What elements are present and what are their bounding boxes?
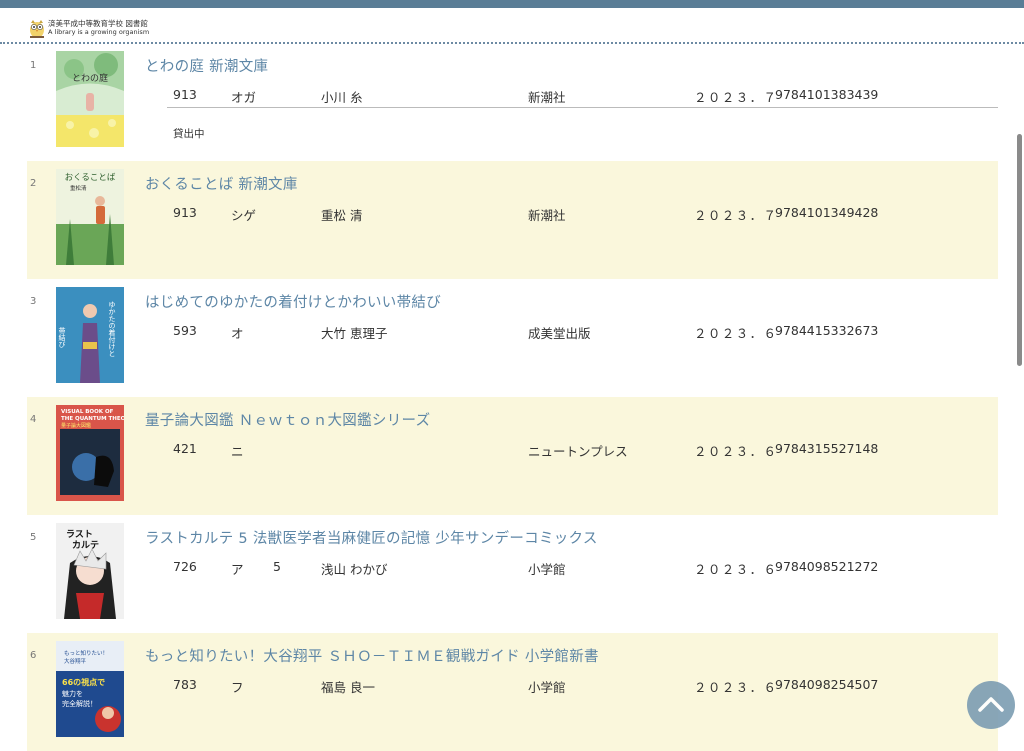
svg-text:大谷翔平: 大谷翔平 bbox=[64, 657, 87, 665]
owl-icon[interactable] bbox=[28, 17, 46, 39]
publication-date: ２０２３．７ bbox=[694, 90, 778, 105]
classification-number: 421 bbox=[173, 441, 197, 456]
item-number: 2 bbox=[30, 178, 37, 189]
author-name: 重松 清 bbox=[321, 208, 363, 223]
item-number: 6 bbox=[30, 650, 37, 661]
book-details: 913 シゲ 重松 清 新潮社 ２０２３．７ 9784101349428 bbox=[173, 205, 998, 223]
chevron-up-icon bbox=[978, 697, 1004, 712]
book-details: 593 オ 大竹 恵理子 成美堂出版 ２０２３．６ 9784415332673 bbox=[173, 323, 998, 341]
book-title-link[interactable]: ラストカルテ 5 法獣医学者当麻健匠の記憶 少年サンデーコミックス bbox=[145, 527, 598, 548]
isbn: 9784101383439 bbox=[775, 87, 879, 102]
author-name: 小川 糸 bbox=[321, 90, 363, 105]
svg-text:とわの庭: とわの庭 bbox=[72, 72, 108, 84]
isbn: 9784415332673 bbox=[775, 323, 879, 338]
book-details: 421 ニ ニュートンプレス ２０２３．６ 9784315527148 bbox=[173, 441, 998, 459]
publisher: 成美堂出版 bbox=[528, 326, 591, 341]
publication-date: ２０２３．６ bbox=[694, 680, 778, 695]
author-code: フ bbox=[231, 680, 244, 695]
svg-text:量子論大図鑑: 量子論大図鑑 bbox=[61, 422, 91, 429]
publisher: 新潮社 bbox=[528, 208, 566, 223]
publication-date: ２０２３．６ bbox=[694, 444, 778, 459]
book-cover[interactable]: VISUAL BOOK OF THE QUANTUM THEORY 量子論大図鑑 bbox=[56, 405, 124, 501]
svg-text:おくることば: おくることば bbox=[65, 173, 116, 183]
author-code: ア bbox=[231, 562, 244, 577]
book-title-link[interactable]: もっと知りたい！大谷翔平 ＳＨＯ－ＴＩＭＥ観戦ガイド 小学館新書 bbox=[145, 645, 599, 666]
site-header: 済美平成中等教育学校 図書館 A library is a growing or… bbox=[0, 8, 1024, 44]
book-cover[interactable]: おくることば 重松清 bbox=[56, 169, 124, 265]
scrollbar[interactable] bbox=[1017, 134, 1022, 366]
book-title-link[interactable]: おくることば 新潮文庫 bbox=[145, 173, 298, 194]
classification-number: 726 bbox=[173, 559, 197, 574]
book-list: 1 とわの庭 とわの庭 新潮文庫 913 オガ 小川 糸 新潮社 ２０２３．７ … bbox=[27, 43, 998, 751]
author-name: 大竹 恵理子 bbox=[321, 326, 388, 341]
book-details: 726 ア 5 浅山 わかび 小学館 ２０２３．６ 9784098521272 bbox=[173, 559, 998, 577]
author-name: 福島 良一 bbox=[321, 680, 375, 695]
book-title-link[interactable]: 量子論大図鑑 Ｎｅｗｔｏｎ大図鑑シリーズ bbox=[145, 409, 430, 430]
classification-number: 593 bbox=[173, 323, 197, 338]
isbn: 9784315527148 bbox=[775, 441, 879, 456]
book-cover[interactable]: もっと知りたい！ 大谷翔平 66の視点で 魅力を 完全解説！ bbox=[56, 641, 124, 737]
item-number: 1 bbox=[30, 60, 37, 71]
publication-date: ２０２３．６ bbox=[694, 562, 778, 577]
publisher: 新潮社 bbox=[528, 90, 566, 105]
book-title-link[interactable]: はじめてのゆかたの着付けとかわいい帯結び bbox=[145, 291, 441, 312]
svg-text:もっと知りたい！: もっと知りたい！ bbox=[64, 649, 108, 657]
isbn: 9784101349428 bbox=[775, 205, 879, 220]
divider bbox=[167, 107, 998, 108]
publication-date: ２０２３．７ bbox=[694, 208, 778, 223]
publisher: ニュートンプレス bbox=[528, 444, 628, 459]
author-code: ニ bbox=[231, 444, 244, 459]
svg-text:魅力を: 魅力を bbox=[62, 689, 83, 698]
svg-text:66の視点で: 66の視点で bbox=[62, 677, 105, 687]
item-number: 5 bbox=[30, 532, 37, 543]
svg-text:重松清: 重松清 bbox=[70, 184, 87, 192]
author-code: シゲ bbox=[231, 208, 257, 223]
svg-text:ゆかたの着付けと: ゆかたの着付けと bbox=[108, 301, 116, 357]
book-item: 6 もっと知りたい！ 大谷翔平 66の視点で 魅力を 完全解説！ もっと知りたい… bbox=[27, 633, 998, 751]
classification-number: 913 bbox=[173, 87, 197, 102]
browser-top-bar bbox=[0, 0, 1024, 8]
tagline: A library is a growing organism bbox=[48, 28, 150, 36]
classification-number: 913 bbox=[173, 205, 197, 220]
book-item: 4 VISUAL BOOK OF THE QUANTUM THEORY 量子論大… bbox=[27, 397, 998, 515]
svg-text:VISUAL BOOK OF: VISUAL BOOK OF bbox=[61, 409, 114, 415]
scroll-to-top-button[interactable] bbox=[967, 681, 1015, 729]
publication-date: ２０２３．６ bbox=[694, 326, 778, 341]
book-item: 3 ゆかたの着付けと 帯結び はじめてのゆかたの着付けとかわいい帯結び 593 … bbox=[27, 279, 998, 397]
isbn: 9784098254507 bbox=[775, 677, 879, 692]
author-code: オガ bbox=[231, 90, 257, 105]
author-code: オ bbox=[231, 326, 244, 341]
isbn: 9784098521272 bbox=[775, 559, 879, 574]
item-number: 4 bbox=[30, 414, 37, 425]
book-item: 2 おくることば 重松清 おくることば 新潮文庫 913 シゲ 重松 清 新潮社… bbox=[27, 161, 998, 279]
book-details: 783 フ 福島 良一 小学館 ２０２３．６ 9784098254507 bbox=[173, 677, 998, 695]
book-cover[interactable]: ゆかたの着付けと 帯結び bbox=[56, 287, 124, 383]
book-details: 913 オガ 小川 糸 新潮社 ２０２３．７ 9784101383439 bbox=[173, 87, 998, 105]
svg-text:帯結び: 帯結び bbox=[58, 326, 66, 348]
volume-number: 5 bbox=[273, 559, 281, 574]
item-number: 3 bbox=[30, 296, 37, 307]
book-cover[interactable]: ラスト カルテ bbox=[56, 523, 124, 619]
book-cover[interactable]: とわの庭 bbox=[56, 51, 124, 147]
classification-number: 783 bbox=[173, 677, 197, 692]
author-name: 浅山 わかび bbox=[321, 562, 388, 577]
svg-text:完全解説！: 完全解説！ bbox=[62, 699, 97, 708]
publisher: 小学館 bbox=[528, 680, 566, 695]
publisher: 小学館 bbox=[528, 562, 566, 577]
book-title-link[interactable]: とわの庭 新潮文庫 bbox=[145, 55, 268, 76]
svg-text:THE QUANTUM THEORY: THE QUANTUM THEORY bbox=[61, 416, 124, 422]
book-item: 5 ラスト カルテ ラストカルテ 5 法獣医学者当麻健匠の記憶 少年サンデーコミ… bbox=[27, 515, 998, 633]
svg-text:ラスト: ラスト bbox=[66, 529, 93, 540]
book-item: 1 とわの庭 とわの庭 新潮文庫 913 オガ 小川 糸 新潮社 ２０２３．７ … bbox=[27, 43, 998, 161]
svg-text:カルテ: カルテ bbox=[72, 540, 99, 551]
loan-status: 貸出中 bbox=[173, 128, 205, 140]
